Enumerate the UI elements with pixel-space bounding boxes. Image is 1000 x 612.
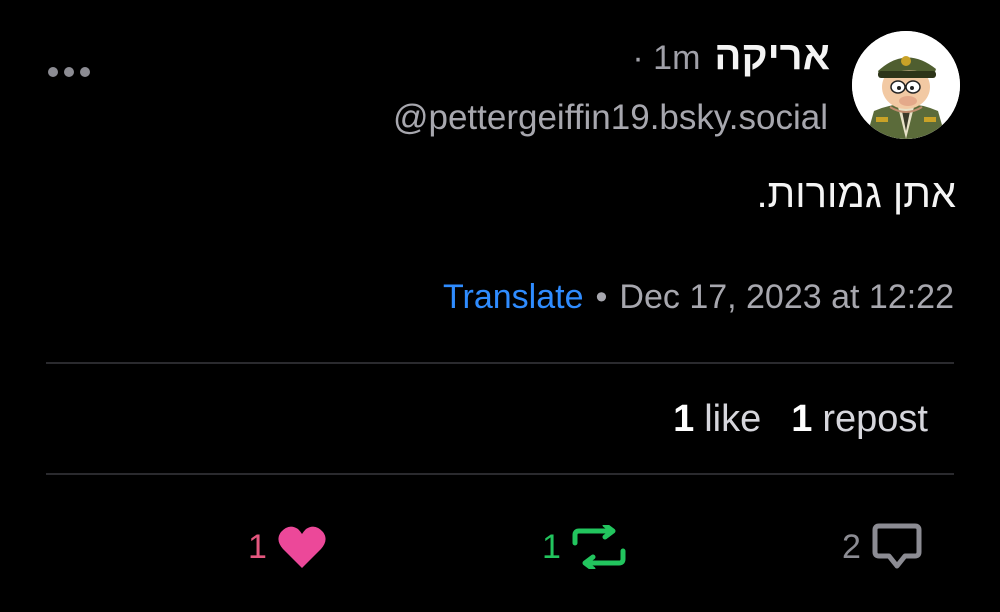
avatar[interactable] (852, 31, 960, 139)
reposts-label: repost (822, 398, 928, 440)
meta-separator: • (595, 278, 608, 316)
reply-button[interactable]: 2 (842, 520, 923, 574)
like-button[interactable]: 1 (248, 520, 327, 574)
post-timestamp: Dec 17, 2023 at 12:22 (619, 278, 954, 316)
dot-icon (48, 67, 58, 77)
divider (46, 473, 954, 475)
reposts-count: 1 (791, 398, 813, 440)
likes-count: 1 (673, 398, 695, 440)
like-count: 1 (248, 527, 267, 566)
engagement-stats: 1 like 1 repost (673, 398, 928, 441)
relative-time: · 1m (632, 39, 701, 77)
translate-link[interactable]: Translate (443, 278, 583, 317)
heart-icon (278, 526, 326, 568)
repost-count: 1 (542, 527, 561, 566)
more-options-button[interactable] (48, 58, 98, 86)
author-display-name[interactable]: אריקה (714, 34, 830, 79)
cartoon-avatar-icon (852, 31, 960, 139)
dot-icon (80, 67, 90, 77)
post-meta: Translate • Dec 17, 2023 at 12:22 (443, 278, 954, 317)
likes-stat[interactable]: 1 like (673, 398, 761, 441)
repost-button[interactable]: 1 (542, 520, 627, 574)
reply-count: 2 (842, 527, 861, 566)
dot-icon (64, 67, 74, 77)
post-header: · 1m אריקה (632, 34, 830, 84)
post-text: אתן גמורות. (756, 172, 956, 216)
reposts-stat[interactable]: 1 repost (791, 398, 928, 441)
likes-label: like (704, 398, 762, 440)
repost-icon (572, 525, 626, 569)
comment-icon (872, 523, 922, 569)
divider (46, 362, 954, 364)
author-handle[interactable]: @pettergeiffin19.bsky.social (393, 98, 828, 138)
